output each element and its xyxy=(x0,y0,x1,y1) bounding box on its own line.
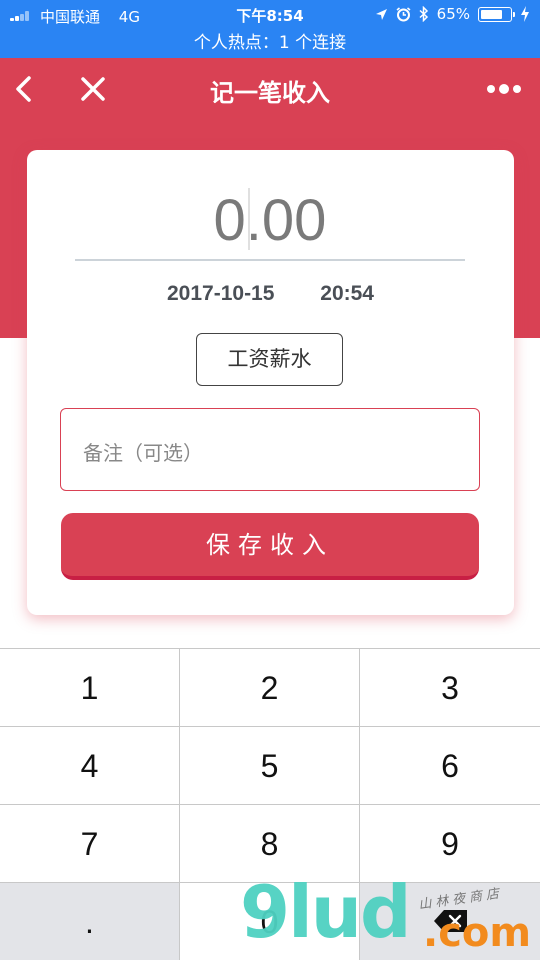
more-button[interactable] xyxy=(484,78,524,100)
battery-percent: 65% xyxy=(436,5,470,23)
time-picker[interactable]: 20:54 xyxy=(320,282,374,305)
save-income-button[interactable]: 保存收入 xyxy=(61,513,479,580)
amount-field[interactable]: 0.00 xyxy=(75,185,465,261)
status-indicators: 65% xyxy=(375,5,530,23)
backspace-key[interactable] xyxy=(360,883,540,960)
amount-value: 0.00 xyxy=(213,188,327,253)
more-dots-icon xyxy=(487,84,521,94)
screen: 中国联通 4G 下午8:54 65% 个人热点：1 个连接 记一笔收入 0.00… xyxy=(0,0,540,960)
backspace-icon xyxy=(434,910,467,932)
category-button[interactable]: 工资薪水 xyxy=(196,333,343,386)
number-keypad: 1 2 3 4 5 6 7 8 9 . 0 xyxy=(0,648,540,960)
charging-icon xyxy=(521,6,529,22)
text-cursor xyxy=(248,188,250,250)
alarm-icon xyxy=(396,6,411,21)
key-4[interactable]: 4 xyxy=(0,727,180,805)
key-5[interactable]: 5 xyxy=(180,727,360,805)
nav-bar: 记一笔收入 xyxy=(0,58,540,120)
income-form-card: 0.00 2017-10-15 20:54 工资薪水 备注（可选） 保存收入 xyxy=(27,150,514,615)
date-picker[interactable]: 2017-10-15 xyxy=(167,282,274,305)
note-input[interactable]: 备注（可选） xyxy=(60,408,480,491)
status-bar: 中国联通 4G 下午8:54 65% xyxy=(0,0,540,30)
date-time-row: 2017-10-15 20:54 xyxy=(27,282,514,306)
key-decimal[interactable]: . xyxy=(0,883,180,960)
key-8[interactable]: 8 xyxy=(180,805,360,883)
key-7[interactable]: 7 xyxy=(0,805,180,883)
key-6[interactable]: 6 xyxy=(360,727,540,805)
key-1[interactable]: 1 xyxy=(0,649,180,727)
page-title: 记一笔收入 xyxy=(210,79,330,107)
key-0[interactable]: 0 xyxy=(180,883,360,960)
key-3[interactable]: 3 xyxy=(360,649,540,727)
location-icon xyxy=(375,8,387,20)
key-2[interactable]: 2 xyxy=(180,649,360,727)
bluetooth-icon xyxy=(419,6,428,22)
key-9[interactable]: 9 xyxy=(360,805,540,883)
hotspot-banner[interactable]: 个人热点：1 个连接 xyxy=(0,30,540,58)
battery-fill xyxy=(481,9,502,19)
battery-icon xyxy=(478,6,515,22)
